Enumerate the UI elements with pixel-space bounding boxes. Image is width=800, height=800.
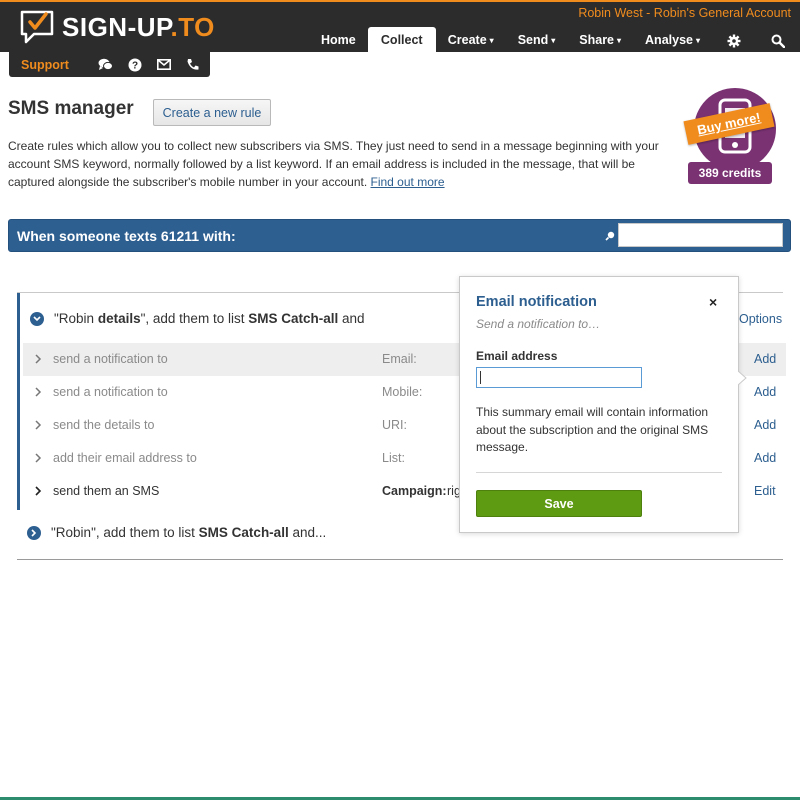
search-icon	[605, 231, 615, 241]
save-button[interactable]: Save	[476, 490, 642, 517]
create-new-rule-button[interactable]: Create a new rule	[153, 99, 271, 126]
chevron-right-icon	[35, 420, 42, 430]
action-label: send the details to	[53, 418, 155, 432]
intro-text: Create rules which allow you to collect …	[8, 139, 659, 189]
sms-keyword-label: When someone texts 61211 with:	[17, 228, 236, 244]
email-address-label: Email address	[476, 349, 558, 363]
account-name-link[interactable]: Robin West - Robin's General Account	[578, 6, 791, 20]
mail-icon[interactable]	[149, 52, 178, 77]
field-label: Email:	[382, 352, 417, 366]
action-label: send them an SMS	[53, 484, 160, 498]
close-icon[interactable]: ×	[709, 294, 717, 310]
logo[interactable]: SIGN-UP.TO	[18, 8, 215, 46]
credits-badge[interactable]: Buy more! 389 credits	[683, 88, 785, 186]
field-label: List:	[382, 451, 405, 465]
phone-icon[interactable]	[178, 52, 207, 77]
chevron-right-icon	[35, 486, 42, 496]
support-bar: Support ?	[9, 52, 210, 77]
popover-subtitle: Send a notification to…	[476, 317, 601, 331]
add-uri-link[interactable]: Add	[754, 418, 776, 432]
divider	[476, 472, 722, 473]
page-title: SMS manager	[8, 98, 134, 119]
search-icon[interactable]	[756, 27, 800, 54]
rule-header[interactable]: "Robin details", add them to list SMS Ca…	[30, 311, 365, 326]
add-mobile-link[interactable]: Add	[754, 385, 776, 399]
rule-options-link[interactable]: Options	[739, 312, 782, 326]
nav-create[interactable]: Create ▾	[436, 27, 506, 54]
chevron-down-icon[interactable]	[30, 311, 44, 326]
main-nav: Home Collect Create ▾ Send ▾ Share ▾ Analys…	[309, 27, 800, 54]
logo-text: SIGN-UP.TO	[62, 11, 215, 42]
field-label: Campaign:	[382, 484, 447, 498]
nav-home[interactable]: Home	[309, 27, 368, 54]
caret-down-icon: ▾	[489, 36, 494, 45]
rule-description: "Robin", add them to list SMS Catch-all …	[51, 525, 327, 540]
caret-down-icon: ▾	[551, 36, 556, 45]
nav-share[interactable]: Share ▾	[567, 27, 633, 54]
field-label: Mobile:	[382, 385, 423, 399]
caret-down-icon: ▾	[695, 36, 700, 45]
top-bar: SIGN-UP.TO Robin West - Robin's General …	[0, 0, 800, 54]
action-label: send a notification to	[53, 385, 168, 399]
email-address-input[interactable]	[476, 367, 642, 388]
rule-item-collapsed[interactable]: "Robin", add them to list SMS Catch-all …	[27, 525, 326, 540]
action-label: send a notification to	[53, 352, 168, 366]
keyword-search-input[interactable]	[618, 223, 783, 247]
add-email-link[interactable]: Add	[754, 352, 776, 366]
sms-keyword-bar: When someone texts 61211 with:	[8, 219, 791, 252]
caret-down-icon: ▾	[617, 36, 622, 45]
popover-note: This summary email will contain informat…	[476, 405, 709, 454]
find-out-more-link[interactable]: Find out more	[371, 175, 445, 189]
action-label: add their email address to	[53, 451, 197, 465]
rule-description: "Robin details", add them to list SMS Ca…	[54, 311, 365, 326]
nav-analyse[interactable]: Analyse ▾	[633, 27, 712, 54]
edit-sms-link[interactable]: Edit	[754, 484, 776, 498]
chevron-right-icon[interactable]	[27, 525, 41, 540]
field-label: URI:	[382, 418, 407, 432]
nav-collect[interactable]: Collect	[367, 27, 436, 54]
credits-count: 389 credits	[688, 162, 772, 184]
add-list-link[interactable]: Add	[754, 451, 776, 465]
chevron-right-icon	[35, 387, 42, 397]
chevron-right-icon	[35, 453, 42, 463]
popover-title: Email notification	[476, 294, 597, 310]
support-link[interactable]: Support	[21, 58, 91, 72]
email-notification-popover: Email notification × Send a notification…	[459, 276, 739, 533]
help-icon[interactable]: ?	[120, 52, 149, 77]
gear-icon[interactable]	[712, 27, 756, 54]
chevron-right-icon	[35, 354, 42, 364]
svg-text:?: ?	[131, 60, 137, 71]
divider	[17, 559, 783, 560]
chat-icon[interactable]	[91, 52, 120, 77]
logo-icon	[20, 10, 54, 44]
text-cursor	[480, 371, 481, 384]
popover-arrow	[738, 371, 747, 385]
nav-send[interactable]: Send ▾	[506, 27, 568, 54]
